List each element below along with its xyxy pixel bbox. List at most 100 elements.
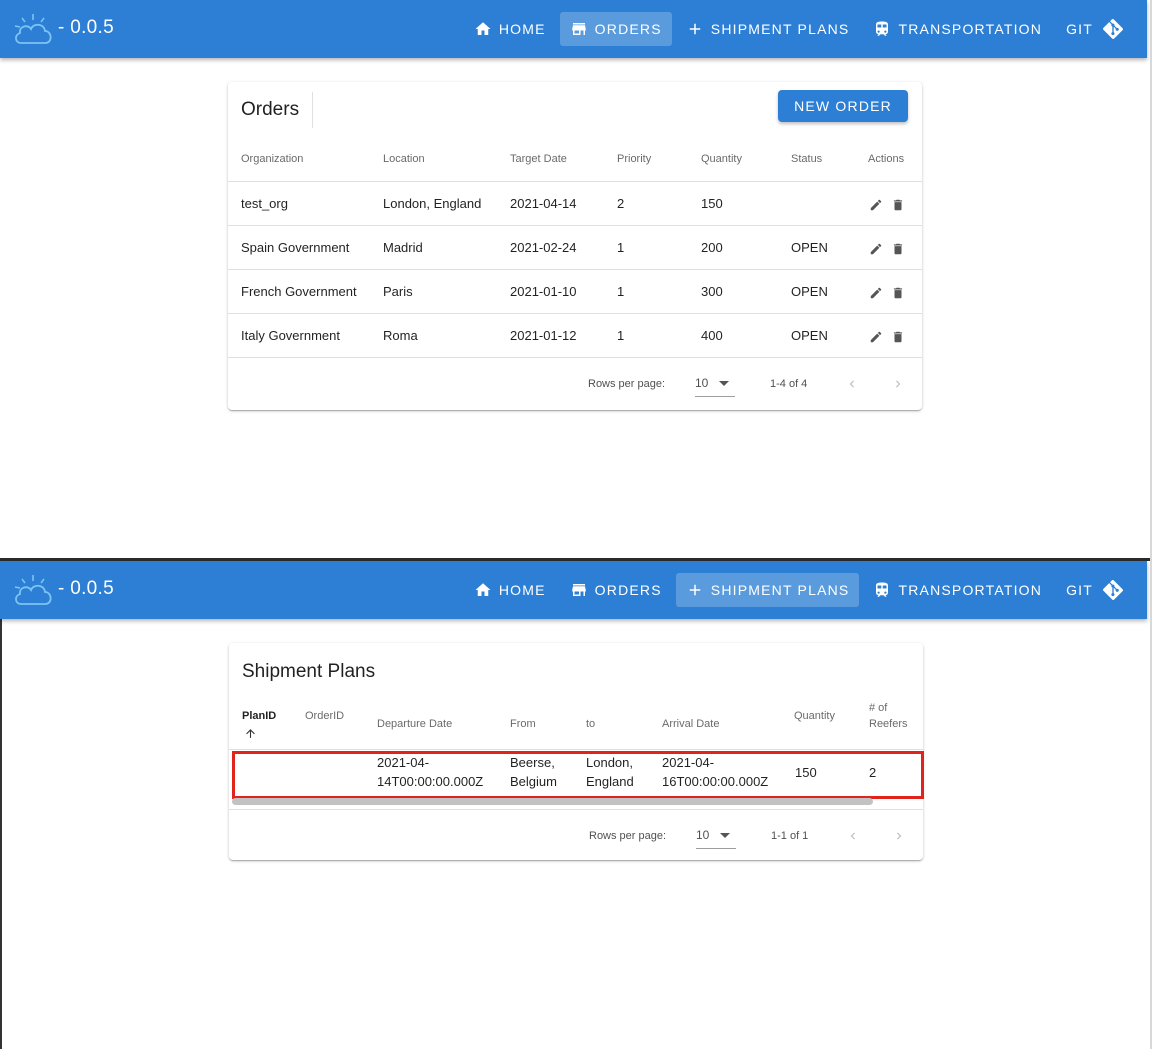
main-nav: HOME ORDERS SHIPMENT PLANS TRANSPORTATIO… bbox=[460, 573, 1133, 607]
column-header-from[interactable]: From bbox=[510, 718, 536, 730]
pagination: Rows per page: 10 1-1 of 1 bbox=[229, 810, 923, 860]
chevron-left-icon[interactable] bbox=[846, 829, 860, 843]
cell-organization: French Government bbox=[241, 284, 357, 299]
edit-icon[interactable] bbox=[869, 242, 883, 256]
row-divider bbox=[228, 269, 922, 270]
title-divider bbox=[312, 92, 313, 128]
cell-organization: Italy Government bbox=[241, 328, 340, 343]
edit-icon[interactable] bbox=[869, 198, 883, 212]
column-header-location[interactable]: Location bbox=[383, 153, 425, 165]
home-icon bbox=[475, 22, 491, 35]
row-divider bbox=[228, 225, 922, 226]
rows-per-page-label: Rows per page: bbox=[588, 378, 666, 390]
edit-icon[interactable] bbox=[869, 286, 883, 300]
delete-icon[interactable] bbox=[891, 242, 905, 256]
git-icon bbox=[1103, 580, 1123, 600]
new-order-button[interactable]: NEW ORDER bbox=[778, 90, 908, 122]
chevron-left-icon[interactable] bbox=[845, 377, 859, 391]
app-version: - 0.0.5 bbox=[58, 578, 114, 599]
nav-git-label: GIT bbox=[1066, 582, 1093, 598]
train-icon bbox=[876, 21, 889, 36]
nav-shipment-plans-label: SHIPMENT PLANS bbox=[710, 582, 850, 598]
column-header-to[interactable]: to bbox=[586, 718, 595, 730]
row-divider bbox=[228, 181, 922, 182]
column-header-quantity[interactable]: Quantity bbox=[701, 153, 742, 165]
page-title: Shipment Plans bbox=[242, 661, 376, 682]
cell-organization: test_org bbox=[241, 196, 288, 211]
chevron-right-icon[interactable] bbox=[891, 377, 905, 391]
row-divider bbox=[229, 749, 923, 750]
nav-orders-label: ORDERS bbox=[594, 582, 662, 598]
cell-organization: Spain Government bbox=[241, 240, 350, 255]
orders-screen: - 0.0.5 HOME ORDERS SHIPMENT PLANS TRANS… bbox=[0, 0, 1150, 558]
rows-per-page-select[interactable]: 10 bbox=[695, 374, 735, 397]
cell-target-date: 2021-01-10 bbox=[510, 284, 577, 299]
column-header-status[interactable]: Status bbox=[791, 153, 822, 165]
delete-icon[interactable] bbox=[891, 198, 905, 212]
nav-home[interactable]: HOME bbox=[464, 12, 556, 46]
rows-per-page-select[interactable]: 10 bbox=[696, 826, 736, 849]
column-header-reefers-line1[interactable]: # of bbox=[869, 702, 887, 714]
app-bar: - 0.0.5 HOME ORDERS SHIPMENT PLANS TRANS… bbox=[0, 0, 1147, 58]
column-header-order-id[interactable]: OrderID bbox=[305, 710, 344, 722]
column-header-reefers-line2[interactable]: Reefers bbox=[869, 718, 908, 730]
nav-transportation[interactable]: TRANSPORTATION bbox=[863, 12, 1052, 46]
nav-git[interactable]: GIT bbox=[1056, 12, 1133, 46]
cell-priority: 1 bbox=[617, 284, 625, 299]
delete-icon[interactable] bbox=[891, 330, 905, 344]
caret-down-icon bbox=[719, 381, 729, 386]
cell-status: OPEN bbox=[791, 240, 828, 255]
home-icon bbox=[475, 583, 491, 596]
nav-home[interactable]: HOME bbox=[464, 573, 556, 607]
pagination: Rows per page: 10 1-4 of 4 bbox=[228, 358, 922, 410]
rows-per-page-label: Rows per page: bbox=[589, 830, 667, 842]
column-header-plan-id[interactable]: PlanID bbox=[242, 710, 276, 722]
cell-target-date: 2021-01-12 bbox=[510, 328, 577, 343]
cell-quantity: 150 bbox=[701, 196, 723, 211]
row-divider bbox=[228, 313, 922, 314]
nav-orders-label: ORDERS bbox=[594, 21, 662, 37]
chevron-right-icon[interactable] bbox=[892, 829, 906, 843]
nav-orders[interactable]: ORDERS bbox=[560, 573, 672, 607]
cell-target-date: 2021-04-14 bbox=[510, 196, 577, 211]
nav-home-label: HOME bbox=[498, 582, 546, 598]
orders-card: Orders NEW ORDER Organization Location T… bbox=[228, 82, 922, 410]
store-icon bbox=[571, 23, 586, 35]
edit-icon[interactable] bbox=[869, 330, 883, 344]
cell-target-date: 2021-02-24 bbox=[510, 240, 577, 255]
arrow-up-icon bbox=[246, 729, 255, 738]
column-header-arrival-date[interactable]: Arrival Date bbox=[662, 718, 719, 730]
nav-home-label: HOME bbox=[498, 21, 546, 37]
shipment-plans-screen: - 0.0.5 HOME ORDERS SHIPMENT PLANS TRANS… bbox=[0, 561, 1150, 1049]
cell-status: OPEN bbox=[791, 328, 828, 343]
column-header-departure-date[interactable]: Departure Date bbox=[377, 718, 452, 730]
pagination-range: 1-1 of 1 bbox=[771, 830, 809, 842]
cell-location: Roma bbox=[383, 328, 418, 343]
column-header-actions: Actions bbox=[868, 153, 905, 165]
nav-shipment-plans[interactable]: SHIPMENT PLANS bbox=[676, 12, 860, 46]
plus-icon bbox=[689, 23, 701, 35]
column-header-priority[interactable]: Priority bbox=[617, 153, 651, 165]
window-edge bbox=[0, 561, 2, 1049]
delete-icon[interactable] bbox=[891, 286, 905, 300]
rows-per-page-value: 10 bbox=[696, 828, 710, 842]
page-title: Orders bbox=[241, 99, 300, 120]
column-header-quantity[interactable]: Quantity bbox=[794, 710, 835, 722]
nav-git[interactable]: GIT bbox=[1056, 573, 1133, 607]
app-bar: - 0.0.5 HOME ORDERS SHIPMENT PLANS TRANS… bbox=[0, 561, 1147, 619]
nav-shipment-plans[interactable]: SHIPMENT PLANS bbox=[675, 573, 860, 607]
cell-priority: 2 bbox=[617, 196, 625, 211]
nav-transportation[interactable]: TRANSPORTATION bbox=[863, 573, 1052, 607]
train-icon bbox=[876, 582, 889, 597]
column-header-organization[interactable]: Organization bbox=[241, 153, 303, 165]
cell-quantity: 300 bbox=[701, 284, 723, 299]
plus-icon bbox=[689, 584, 701, 596]
cell-quantity: 200 bbox=[701, 240, 723, 255]
horizontal-scrollbar[interactable] bbox=[232, 798, 873, 805]
rows-per-page-value: 10 bbox=[695, 376, 709, 390]
git-icon bbox=[1103, 19, 1123, 39]
column-header-target-date[interactable]: Target Date bbox=[510, 153, 567, 165]
nav-transportation-label: TRANSPORTATION bbox=[898, 21, 1043, 37]
nav-orders[interactable]: ORDERS bbox=[559, 12, 672, 46]
nav-git-label: GIT bbox=[1066, 21, 1093, 37]
